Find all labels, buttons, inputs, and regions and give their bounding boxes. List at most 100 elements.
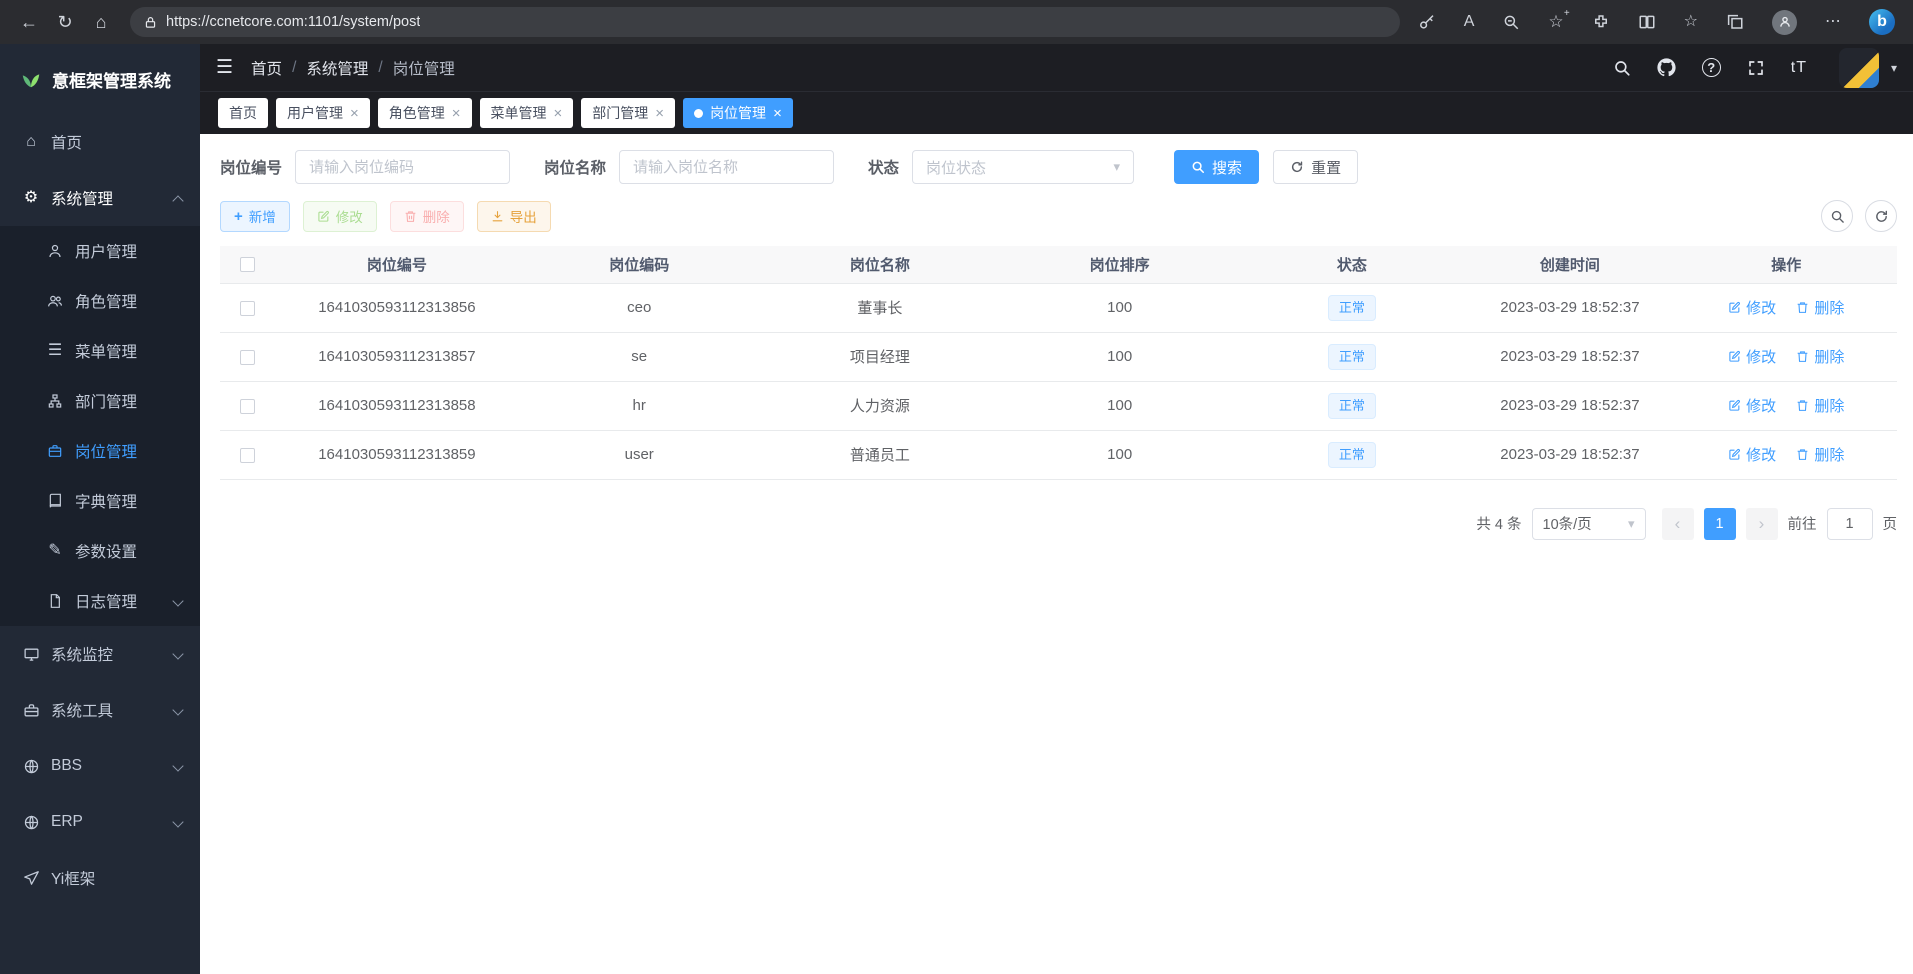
goto-label: 前往	[1788, 513, 1817, 534]
row-delete-link[interactable]: 删除	[1796, 297, 1844, 318]
browser-menu-icon[interactable]: ⋯	[1825, 14, 1841, 30]
toggle-search-button[interactable]	[1821, 200, 1853, 232]
docs-question-icon[interactable]: ?	[1702, 58, 1721, 77]
table-row[interactable]: 1641030593112313859 user 普通员工 100 正常 202…	[220, 430, 1897, 479]
page-size-select[interactable]: 10条/页 ▾	[1532, 508, 1646, 540]
site-lock-icon[interactable]	[144, 16, 157, 29]
row-delete-link[interactable]: 删除	[1796, 395, 1844, 416]
add-favorite-icon[interactable]: ☆+	[1548, 12, 1563, 32]
edit-square-icon	[317, 210, 330, 223]
sidebar-item-system-tools[interactable]: 系统工具	[0, 682, 200, 738]
browser-home-icon[interactable]: ⌂	[86, 7, 116, 37]
sidebar-item-erp[interactable]: ERP	[0, 794, 200, 850]
page-number-button[interactable]: 1	[1704, 508, 1736, 540]
row-edit-link[interactable]: 修改	[1728, 297, 1776, 318]
sidebar-item-user-mgmt[interactable]: 用户管理	[0, 226, 200, 276]
user-avatar[interactable]	[1839, 48, 1879, 88]
refresh-table-button[interactable]	[1865, 200, 1897, 232]
bing-icon[interactable]: b	[1869, 9, 1895, 35]
chevron-down-icon	[172, 704, 183, 715]
collections-icon[interactable]	[1726, 13, 1744, 31]
tab-close-icon[interactable]: ×	[655, 106, 664, 121]
edit-icon: ✎	[46, 543, 64, 559]
status-select[interactable]: 岗位状态 ▾	[912, 150, 1134, 184]
breadcrumb-current: 岗位管理	[393, 57, 455, 79]
sidebar-item-home[interactable]: ⌂ 首页	[0, 114, 200, 170]
sidebar-item-system-monitor[interactable]: 系统监控	[0, 626, 200, 682]
tab-dept-mgmt[interactable]: 部门管理 ×	[581, 98, 675, 128]
tabs-bar: 首页 用户管理 × 角色管理 × 菜单管理 × 部门管理 × 岗位管理 ×	[200, 92, 1913, 134]
table-row[interactable]: 1641030593112313856 ceo 董事长 100 正常 2023-…	[220, 283, 1897, 332]
sidebar-item-menu-mgmt[interactable]: ☰ 菜单管理	[0, 326, 200, 376]
fullscreen-icon[interactable]	[1747, 59, 1765, 77]
tab-close-icon[interactable]: ×	[773, 106, 782, 121]
sidebar-item-bbs[interactable]: BBS	[0, 738, 200, 794]
post-name-input[interactable]	[619, 150, 834, 184]
browser-address-bar[interactable]: https://ccnetcore.com:1101/system/post	[130, 7, 1400, 37]
app-logo[interactable]: 意框架管理系统	[0, 44, 200, 114]
text-size-icon[interactable]: tT	[1791, 59, 1807, 77]
tab-role-mgmt[interactable]: 角色管理 ×	[378, 98, 472, 128]
tab-menu-mgmt[interactable]: 菜单管理 ×	[480, 98, 574, 128]
extensions-icon[interactable]	[1592, 13, 1610, 31]
row-checkbox[interactable]	[240, 350, 255, 365]
user-menu-caret-icon[interactable]: ▾	[1891, 61, 1897, 75]
tab-user-mgmt[interactable]: 用户管理 ×	[276, 98, 370, 128]
row-edit-link[interactable]: 修改	[1728, 395, 1776, 416]
sidebar-item-system-mgmt[interactable]: ⚙ 系统管理	[0, 170, 200, 226]
table-header-row: 岗位编号 岗位编码 岗位名称 岗位排序 状态 创建时间 操作	[220, 246, 1897, 283]
tab-home[interactable]: 首页	[218, 98, 268, 128]
breadcrumb-parent[interactable]: 系统管理	[306, 57, 368, 79]
row-delete-link[interactable]: 删除	[1796, 444, 1844, 465]
sidebar-item-dept-mgmt[interactable]: 部门管理	[0, 376, 200, 426]
split-screen-icon[interactable]	[1638, 13, 1656, 31]
goto-page-input[interactable]	[1827, 508, 1873, 540]
reset-button[interactable]: 重置	[1273, 150, 1358, 184]
delete-button[interactable]: 删除	[390, 201, 464, 232]
table-row[interactable]: 1641030593112313858 hr 人力资源 100 正常 2023-…	[220, 381, 1897, 430]
read-aloud-icon[interactable]: A	[1464, 14, 1475, 30]
active-tab-dot-icon	[694, 109, 703, 118]
tab-close-icon[interactable]: ×	[452, 106, 461, 121]
sidebar-item-post-mgmt[interactable]: 岗位管理	[0, 426, 200, 476]
next-page-button[interactable]: ›	[1746, 508, 1778, 540]
search-icon	[1830, 209, 1845, 224]
prev-page-button[interactable]: ‹	[1662, 508, 1694, 540]
sidebar-toggle-icon[interactable]: ☰	[216, 56, 233, 79]
sidebar-item-dict-mgmt[interactable]: 字典管理	[0, 476, 200, 526]
browser-profile-avatar[interactable]	[1772, 10, 1797, 35]
post-code-input[interactable]	[295, 150, 510, 184]
add-button[interactable]: + 新增	[220, 201, 290, 232]
row-checkbox[interactable]	[240, 399, 255, 414]
export-button[interactable]: 导出	[477, 201, 551, 232]
tab-post-mgmt[interactable]: 岗位管理 ×	[683, 98, 793, 128]
row-checkbox[interactable]	[240, 448, 255, 463]
book-icon	[46, 493, 64, 509]
tab-close-icon[interactable]: ×	[554, 106, 563, 121]
favorites-bar-icon[interactable]: ☆	[1684, 14, 1698, 30]
browser-back-icon[interactable]: ←	[14, 7, 44, 37]
search-button[interactable]: 搜索	[1174, 150, 1259, 184]
row-edit-link[interactable]: 修改	[1728, 346, 1776, 367]
zoom-icon[interactable]	[1502, 13, 1520, 31]
github-icon[interactable]	[1657, 58, 1676, 77]
tab-close-icon[interactable]: ×	[350, 106, 359, 121]
edit-button[interactable]: 修改	[303, 201, 377, 232]
column-header: 岗位编码	[518, 246, 759, 283]
row-delete-link[interactable]: 删除	[1796, 346, 1844, 367]
sidebar-item-yi-framework[interactable]: Yi框架	[0, 850, 200, 906]
header-search-icon[interactable]	[1613, 59, 1631, 77]
row-checkbox[interactable]	[240, 301, 255, 316]
sidebar-item-param-settings[interactable]: ✎ 参数设置	[0, 526, 200, 576]
row-edit-link[interactable]: 修改	[1728, 444, 1776, 465]
chevron-down-icon: ▾	[1628, 516, 1635, 532]
breadcrumb-home[interactable]: 首页	[251, 57, 282, 79]
sidebar-item-log-mgmt[interactable]: 日志管理	[0, 576, 200, 626]
table-row[interactable]: 1641030593112313857 se 项目经理 100 正常 2023-…	[220, 332, 1897, 381]
select-all-checkbox[interactable]	[240, 257, 255, 272]
browser-refresh-icon[interactable]: ↻	[50, 7, 80, 37]
chevron-up-icon	[172, 195, 183, 206]
refresh-icon	[1874, 209, 1889, 224]
password-key-icon[interactable]	[1418, 13, 1436, 31]
sidebar-item-role-mgmt[interactable]: 角色管理	[0, 276, 200, 326]
